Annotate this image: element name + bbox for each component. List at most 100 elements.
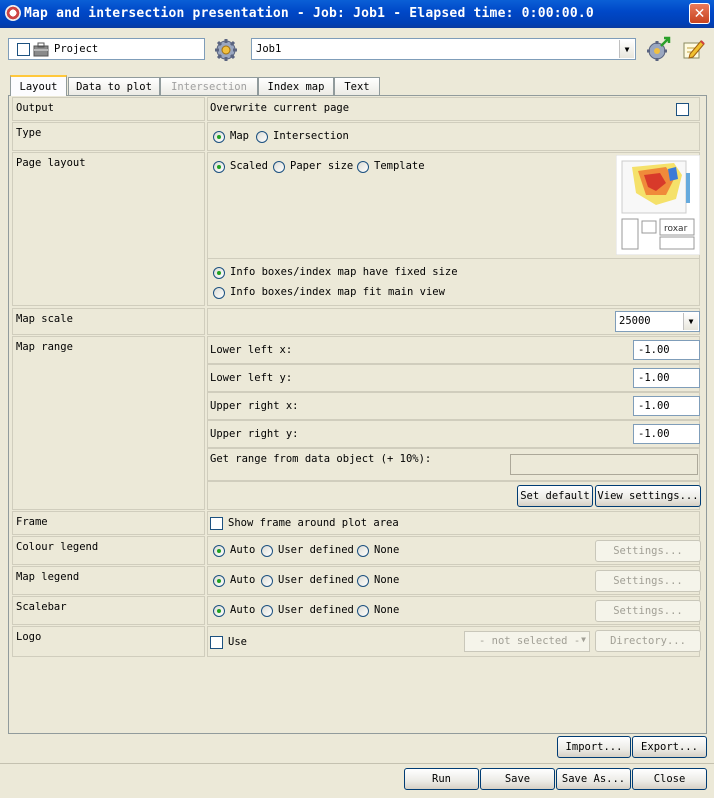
export-button[interactable]: Export... <box>632 736 707 758</box>
job-value: Job1 <box>256 43 282 55</box>
save-as-button[interactable]: Save As... <box>556 768 631 790</box>
map-legend-value-cell: Auto User defined None Settings... <box>207 566 701 595</box>
overwrite-checkbox[interactable] <box>676 103 689 116</box>
range-buttons-row: Set default View settings... <box>207 481 701 510</box>
scalebar-auto-radio[interactable] <box>213 605 225 617</box>
lower-left-x-label: Lower left x: <box>210 344 293 356</box>
output-label: Output <box>16 102 54 114</box>
fit-main-view-label: Info boxes/index map fit main view <box>230 286 445 298</box>
frame-label-cell: Frame <box>12 511 205 535</box>
layout-template-label: Template <box>374 160 425 172</box>
colour-legend-settings-button[interactable]: Settings... <box>595 540 701 562</box>
colour-legend-auto-label: Auto <box>230 544 256 556</box>
layout-paper-size-radio[interactable] <box>273 161 285 173</box>
type-intersection-label: Intersection <box>273 130 349 142</box>
import-button[interactable]: Import... <box>557 736 631 758</box>
type-label: Type <box>16 127 42 139</box>
view-settings-button[interactable]: View settings... <box>595 485 701 507</box>
lower-left-y-row: Lower left y: -1.00 <box>207 364 700 392</box>
project-settings-gear-icon[interactable] <box>214 38 238 62</box>
map-range-label-cell: Map range <box>12 336 205 510</box>
frame-value-cell: Show frame around plot area <box>207 511 700 535</box>
scalebar-user-label: User defined <box>278 604 354 616</box>
logo-select-dropdown[interactable]: - not selected - ▼ <box>464 631 590 652</box>
logo-use-checkbox[interactable] <box>210 636 223 649</box>
colour-legend-auto-radio[interactable] <box>213 545 225 557</box>
output-label-cell: Output <box>12 97 205 121</box>
job-settings-gear-icon[interactable] <box>646 36 672 62</box>
map-range-label: Map range <box>16 341 73 353</box>
logo-label: Logo <box>16 631 42 643</box>
chevron-down-icon[interactable]: ▼ <box>683 313 698 330</box>
job-dropdown[interactable]: Job1 ▼ <box>251 38 636 60</box>
colour-legend-label-cell: Colour legend <box>12 536 205 565</box>
run-button[interactable]: Run <box>404 768 479 790</box>
map-scale-value: 25000 <box>619 315 651 327</box>
upper-right-y-label: Upper right y: <box>210 428 299 440</box>
map-legend-auto-label: Auto <box>230 574 256 586</box>
logo-use-label: Use <box>228 636 247 648</box>
footer-divider <box>0 763 714 764</box>
map-legend-none-radio[interactable] <box>357 575 369 587</box>
close-window-button[interactable]: ✕ <box>689 3 710 24</box>
layout-scaled-radio[interactable] <box>213 161 225 173</box>
set-default-button[interactable]: Set default <box>517 485 593 507</box>
close-button[interactable]: Close <box>632 768 707 790</box>
project-selector[interactable]: Project <box>8 38 205 60</box>
layout-template-radio[interactable] <box>357 161 369 173</box>
map-legend-auto-radio[interactable] <box>213 575 225 587</box>
map-legend-none-label: None <box>374 574 400 586</box>
colour-legend-none-label: None <box>374 544 400 556</box>
type-map-label: Map <box>230 130 249 142</box>
logo-directory-button[interactable]: Directory... <box>595 630 701 652</box>
data-object-field[interactable] <box>510 454 698 475</box>
colour-legend-value-cell: Auto User defined None Settings... <box>207 536 701 565</box>
tab-text[interactable]: Text <box>334 77 380 95</box>
colour-legend-user-radio[interactable] <box>261 545 273 557</box>
type-map-radio[interactable] <box>213 131 225 143</box>
logo-select-value: - not selected - <box>479 635 581 647</box>
tab-index-map[interactable]: Index map <box>258 77 334 95</box>
map-scale-dropdown[interactable]: 25000 ▼ <box>615 311 700 332</box>
scalebar-none-radio[interactable] <box>357 605 369 617</box>
colour-legend-none-radio[interactable] <box>357 545 369 557</box>
page-layout-label-cell: Page layout <box>12 152 205 306</box>
map-scale-label: Map scale <box>16 313 73 325</box>
scalebar-none-label: None <box>374 604 400 616</box>
tab-intersection: Intersection <box>160 77 258 95</box>
map-legend-user-radio[interactable] <box>261 575 273 587</box>
lower-left-x-input[interactable]: -1.00 <box>633 340 700 360</box>
lower-left-y-input[interactable]: -1.00 <box>633 368 700 388</box>
show-frame-label: Show frame around plot area <box>228 517 399 529</box>
type-intersection-radio[interactable] <box>256 131 268 143</box>
chevron-down-icon[interactable]: ▼ <box>581 635 586 644</box>
colour-legend-user-label: User defined <box>278 544 354 556</box>
scalebar-auto-label: Auto <box>230 604 256 616</box>
fixed-size-radio[interactable] <box>213 267 225 279</box>
page-layout-label: Page layout <box>16 157 86 169</box>
scalebar-label: Scalebar <box>16 601 67 613</box>
scalebar-user-radio[interactable] <box>261 605 273 617</box>
fit-main-view-radio[interactable] <box>213 287 225 299</box>
svg-text:roxar: roxar <box>664 224 688 234</box>
frame-label: Frame <box>16 516 48 528</box>
save-button[interactable]: Save <box>480 768 555 790</box>
edit-notes-icon[interactable] <box>681 37 705 61</box>
get-range-label: Get range from data object (+ 10%): <box>210 453 432 465</box>
logo-label-cell: Logo <box>12 626 205 657</box>
project-checkbox[interactable] <box>17 43 30 56</box>
chevron-down-icon[interactable]: ▼ <box>619 40 634 58</box>
scalebar-settings-button[interactable]: Settings... <box>595 600 701 622</box>
show-frame-checkbox[interactable] <box>210 517 223 530</box>
tab-data-to-plot[interactable]: Data to plot <box>68 77 160 95</box>
overwrite-label: Overwrite current page <box>210 102 350 114</box>
tab-layout[interactable]: Layout <box>10 75 67 96</box>
upper-right-y-input[interactable]: -1.00 <box>633 424 700 444</box>
upper-right-x-input[interactable]: -1.00 <box>633 396 700 416</box>
app-icon <box>5 5 21 21</box>
lower-left-x-row: Lower left x: -1.00 <box>207 336 700 364</box>
map-legend-settings-button[interactable]: Settings... <box>595 570 701 592</box>
lower-left-x-value: -1.00 <box>638 344 670 356</box>
project-label: Project <box>54 43 99 55</box>
type-value-cell: Map Intersection <box>207 122 700 151</box>
